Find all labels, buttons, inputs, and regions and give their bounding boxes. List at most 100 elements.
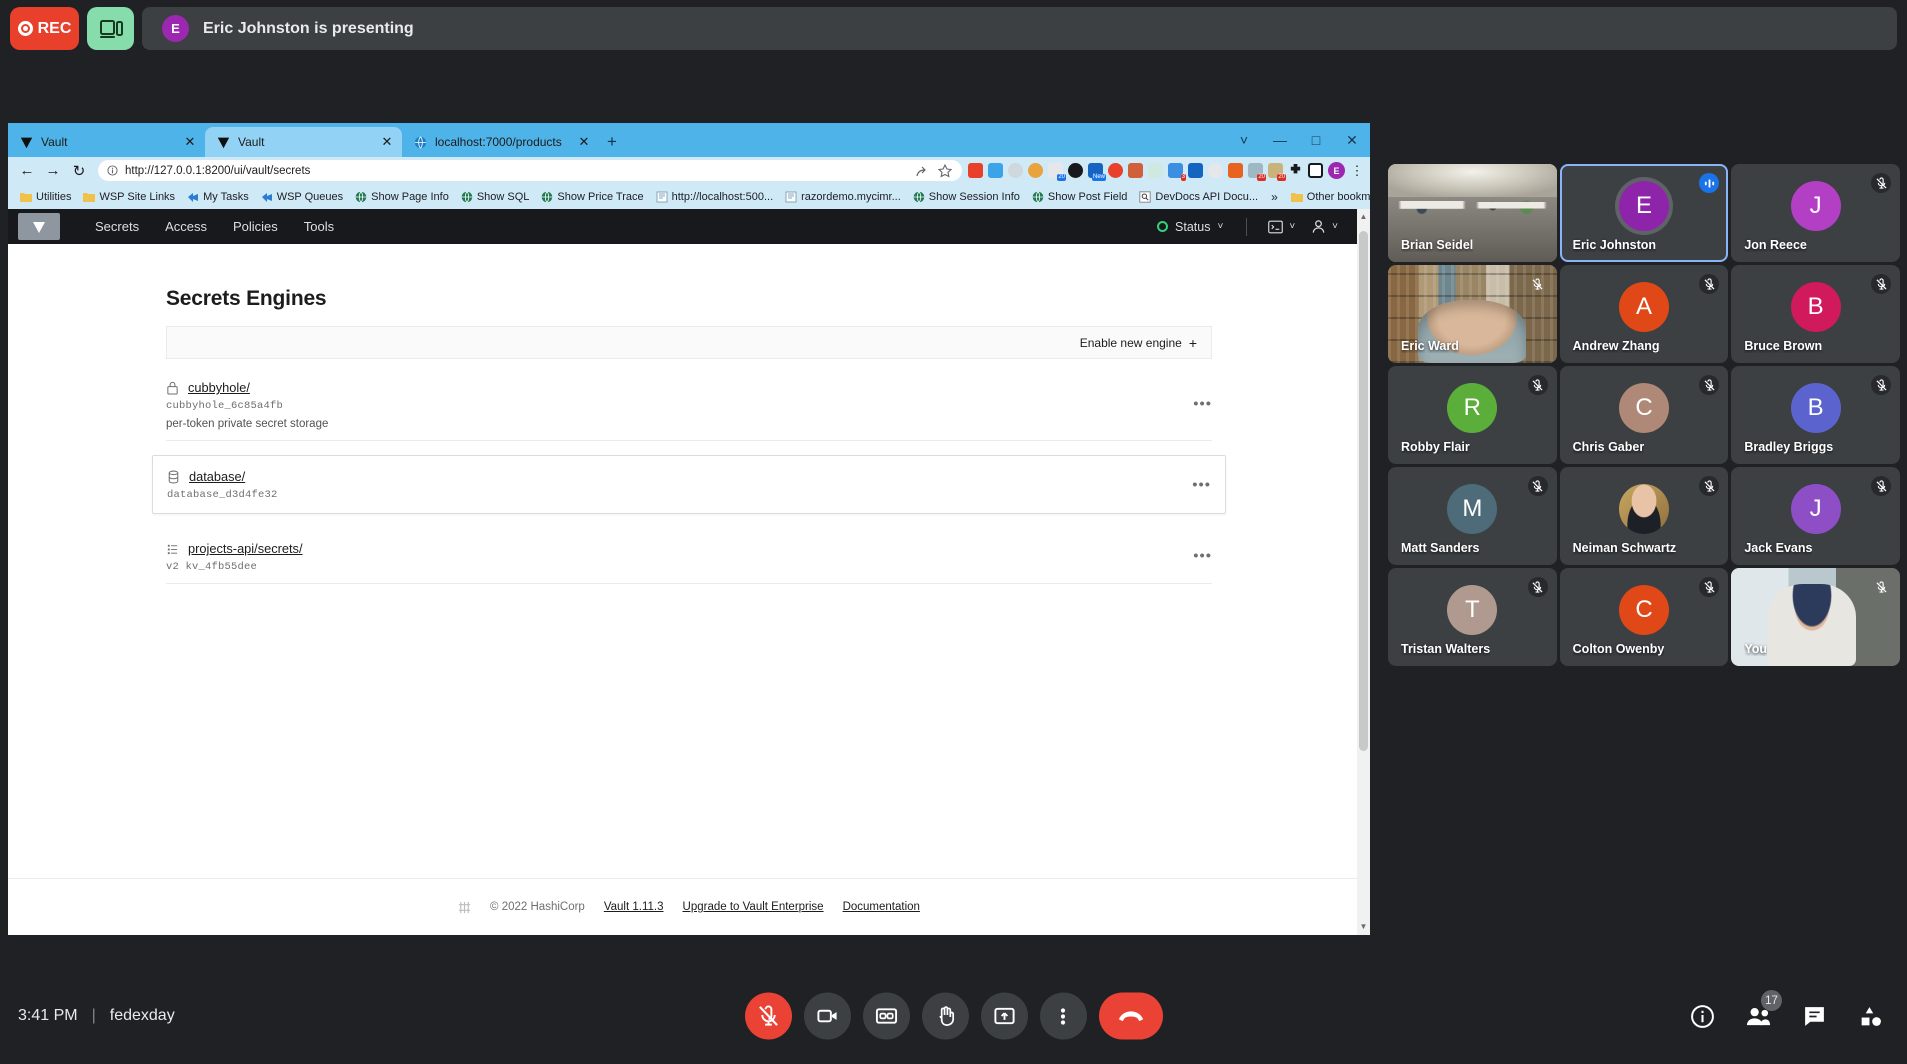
participant-tile-active-speaker[interactable]: E Eric Johnston	[1559, 164, 1729, 262]
minimize-icon[interactable]: —	[1262, 123, 1298, 157]
nav-item-tools[interactable]: Tools	[291, 219, 347, 234]
activities-button[interactable]	[1855, 1001, 1885, 1031]
bookmark-item[interactable]: razordemo.mycimr...	[779, 191, 907, 203]
page-scrollbar[interactable]: ▲ ▼	[1357, 209, 1370, 935]
status-dropdown[interactable]: Status ˅	[1147, 220, 1233, 234]
camera-button[interactable]	[803, 992, 851, 1040]
engine-menu-button[interactable]: •••	[1193, 547, 1212, 564]
address-bar[interactable]: http://127.0.0.1:8200/ui/vault/secrets	[98, 160, 962, 181]
footer-upgrade-link[interactable]: Upgrade to Vault Enterprise	[683, 901, 824, 913]
bookmark-item[interactable]: Show Post Field	[1026, 191, 1133, 203]
participant-tile[interactable]: J Jon Reece	[1731, 164, 1900, 262]
microphone-muted-button[interactable]	[744, 992, 792, 1040]
participants-button[interactable]: 17	[1743, 990, 1782, 1031]
browser-tab-2[interactable]: Vault ✕	[205, 127, 402, 157]
extension-icon-8[interactable]	[1108, 163, 1123, 178]
share-icon[interactable]	[914, 163, 930, 179]
close-icon[interactable]: ✕	[183, 135, 197, 149]
captions-button[interactable]	[862, 992, 910, 1040]
bookmark-item[interactable]: WSP Site Links	[77, 191, 181, 203]
engine-link[interactable]: projects-api/secrets/	[188, 541, 303, 556]
participant-tile[interactable]: A Andrew Zhang	[1559, 265, 1729, 363]
bookmark-item[interactable]: Utilities	[14, 191, 77, 203]
bookmark-item[interactable]: Show Page Info	[349, 191, 455, 203]
engine-link[interactable]: database/	[189, 469, 245, 484]
engine-row-cubbyhole[interactable]: cubbyhole/ cubbyhole_6c85a4fb per-token …	[166, 367, 1212, 441]
new-tab-button[interactable]: +	[599, 129, 625, 155]
participant-tile[interactable]: J Jack Evans	[1731, 467, 1900, 565]
arrow-right-icon[interactable]: →	[40, 160, 66, 182]
close-icon[interactable]: ✕	[577, 135, 591, 149]
participant-tile[interactable]: C Colton Owenby	[1559, 568, 1729, 666]
close-icon[interactable]: ✕	[380, 135, 394, 149]
participant-tile[interactable]: Neiman Schwartz	[1559, 467, 1729, 565]
footer-version-link[interactable]: Vault 1.11.3	[604, 901, 664, 913]
scroll-down-arrow-icon[interactable]: ▼	[1357, 919, 1370, 935]
engine-row-projects-api[interactable]: projects-api/secrets/ v2 kv_4fb55dee •••	[166, 528, 1212, 584]
leave-call-button[interactable]	[1098, 992, 1163, 1040]
present-screen-button[interactable]	[980, 992, 1028, 1040]
present-screen-indicator[interactable]	[87, 7, 134, 50]
participant-tile[interactable]: B Bruce Brown	[1731, 265, 1900, 363]
participant-tile[interactable]: C Chris Gaber	[1559, 366, 1729, 464]
extension-icon-1[interactable]	[968, 163, 983, 178]
enable-new-engine-button[interactable]: Enable new engine +	[1080, 335, 1197, 351]
participant-tile[interactable]: B Bradley Briggs	[1731, 366, 1900, 464]
participant-tile[interactable]: M Matt Sanders	[1388, 467, 1557, 565]
chevron-down-icon[interactable]: ˅	[1226, 123, 1262, 157]
extension-icon-18[interactable]	[1308, 163, 1323, 178]
bookmark-item[interactable]: Show Session Info	[907, 191, 1026, 203]
bookmarks-overflow-button[interactable]: »	[1264, 190, 1285, 204]
nav-item-policies[interactable]: Policies	[220, 219, 291, 234]
extension-icon-14[interactable]	[1228, 163, 1243, 178]
browser-menu-icon[interactable]: ⋮	[1350, 163, 1364, 179]
other-bookmarks-button[interactable]: Other bookmarks	[1285, 191, 1370, 203]
maximize-icon[interactable]: □	[1298, 123, 1334, 157]
extension-icon-10[interactable]	[1148, 163, 1163, 178]
profile-avatar[interactable]: E	[1328, 162, 1345, 179]
arrow-left-icon[interactable]: ←	[14, 160, 40, 182]
bookmark-item[interactable]: My Tasks	[181, 191, 255, 203]
extension-icon-12[interactable]	[1188, 163, 1203, 178]
engine-link[interactable]: cubbyhole/	[188, 380, 250, 395]
footer-documentation-link[interactable]: Documentation	[843, 901, 920, 913]
console-toggle-button[interactable]: ˅	[1260, 220, 1303, 234]
scrollbar-thumb[interactable]	[1359, 231, 1368, 751]
engine-row-database[interactable]: database/ database_d3d4fe32 •••	[152, 455, 1226, 514]
extension-icon-2[interactable]	[988, 163, 1003, 178]
bookmark-item[interactable]: Show SQL	[455, 191, 536, 203]
nav-item-secrets[interactable]: Secrets	[82, 219, 152, 234]
user-menu-button[interactable]: ˅	[1303, 219, 1346, 234]
chat-button[interactable]	[1799, 1001, 1829, 1031]
scroll-up-arrow-icon[interactable]: ▲	[1357, 209, 1370, 225]
extension-icon-7[interactable]: New	[1088, 163, 1106, 181]
browser-tab-1[interactable]: Vault ✕	[8, 127, 205, 157]
raise-hand-button[interactable]	[921, 992, 969, 1040]
bookmark-item[interactable]: http://localhost:500...	[650, 191, 780, 203]
extension-icon-15[interactable]: 20	[1248, 163, 1266, 181]
participant-tile[interactable]: Eric Ward	[1388, 265, 1557, 363]
bookmark-item[interactable]: WSP Queues	[255, 191, 349, 203]
recording-indicator[interactable]: REC	[10, 7, 79, 50]
extension-cookie-icon[interactable]	[1028, 163, 1043, 178]
close-icon[interactable]: ✕	[1334, 123, 1370, 157]
bookmark-item[interactable]: DevDocs API Docu...	[1133, 191, 1264, 203]
meeting-details-button[interactable]	[1687, 1001, 1717, 1031]
engine-menu-button[interactable]: •••	[1193, 395, 1212, 412]
nav-item-access[interactable]: Access	[152, 219, 220, 234]
participant-tile[interactable]: R Robby Flair	[1388, 366, 1557, 464]
participant-tile[interactable]: Brian Seidel	[1388, 164, 1557, 262]
extension-icon-16[interactable]: 20	[1268, 163, 1286, 181]
browser-tab-3[interactable]: localhost:7000/products ✕	[402, 127, 599, 157]
extension-icon-3[interactable]	[1008, 163, 1023, 178]
reload-icon[interactable]: ↻	[66, 160, 92, 182]
bookmark-star-icon[interactable]	[937, 163, 953, 179]
engine-menu-button[interactable]: •••	[1192, 476, 1211, 493]
participant-tile[interactable]: T Tristan Walters	[1388, 568, 1557, 666]
bookmark-item[interactable]: Show Price Trace	[535, 191, 649, 203]
extensions-puzzle-icon[interactable]	[1288, 163, 1303, 178]
extension-icon-13[interactable]	[1208, 163, 1223, 178]
vault-home-link[interactable]	[18, 213, 60, 240]
extension-icon-11[interactable]: 3	[1168, 163, 1186, 181]
extension-icon-6[interactable]	[1068, 163, 1083, 178]
